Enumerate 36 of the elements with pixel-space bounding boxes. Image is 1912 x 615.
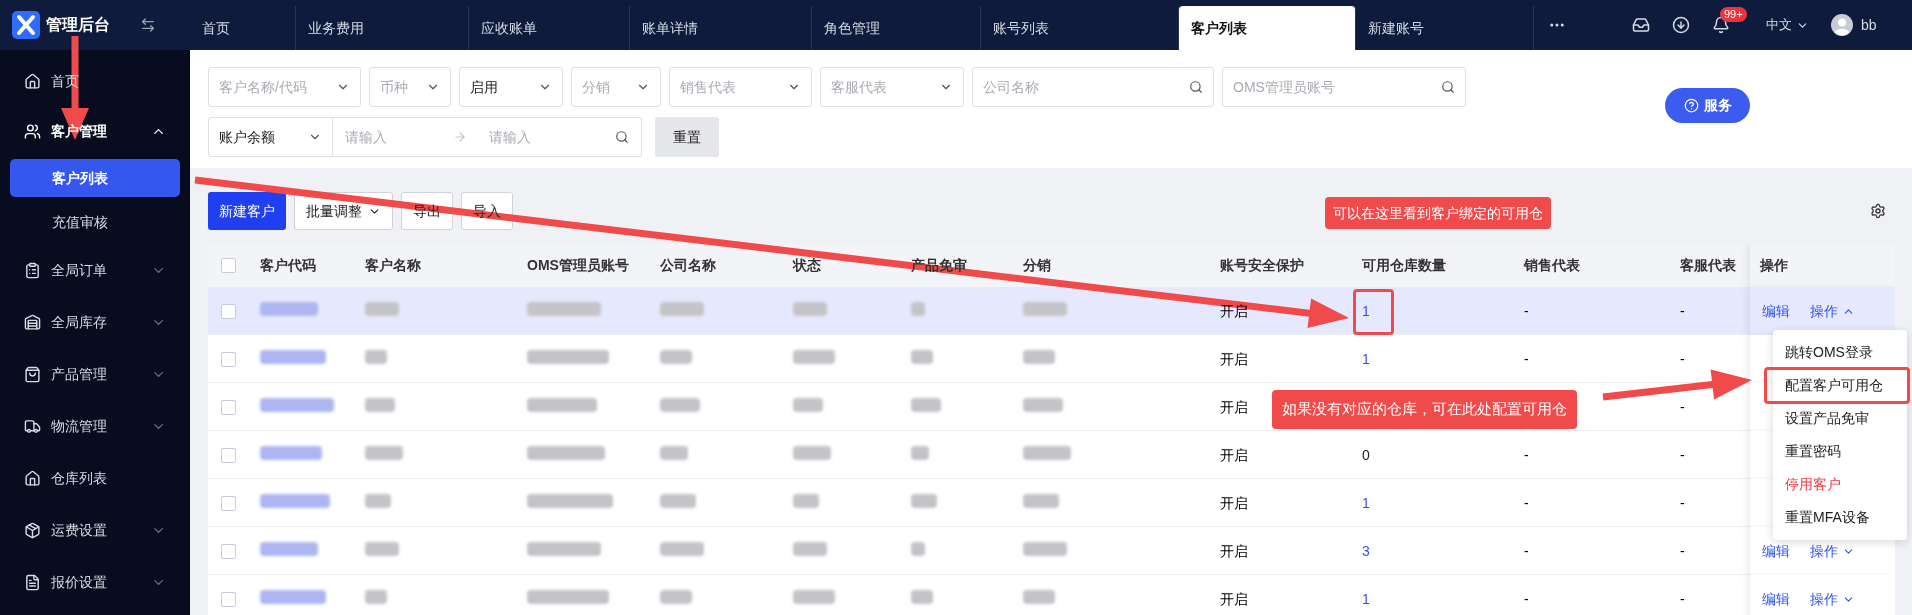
column-header: 状态 — [793, 256, 821, 275]
table-cell: - — [1524, 446, 1529, 463]
notification-badge: 99+ — [1720, 7, 1747, 22]
table-cell: - — [1680, 350, 1685, 367]
table-cell: 开启 — [1220, 446, 1248, 463]
user-name: bb — [1861, 15, 1877, 35]
annotation-callout: 可以在这里看到客户绑定的可用仓 — [1325, 197, 1551, 229]
table-cell: - — [1524, 350, 1529, 367]
column-header: 分销 — [1023, 256, 1051, 275]
table-cell: 开启 — [1220, 494, 1248, 511]
table-cell: - — [1524, 590, 1529, 607]
table-cell: - — [1524, 542, 1529, 559]
column-header: 销售代表 — [1524, 256, 1580, 275]
table-cell: - — [1680, 398, 1685, 415]
table-cell: - — [1524, 302, 1529, 319]
column-header: 客户名称 — [365, 256, 421, 275]
table-cell: - — [1680, 542, 1685, 559]
table-cell: - — [1680, 446, 1685, 463]
column-header: 客服代表 — [1680, 256, 1736, 275]
table-cell: - — [1680, 590, 1685, 607]
table-cell: - — [1524, 494, 1529, 511]
app-title: 管理后台 — [46, 15, 110, 35]
table-cell: 0 — [1362, 446, 1370, 463]
table-cell: 开启 — [1220, 590, 1248, 607]
annotation-callout: 如果没有对应的仓库，可在此处配置可用仓 — [1272, 390, 1577, 429]
table-cell: 开启 — [1220, 350, 1248, 367]
table-cell: 开启 — [1220, 398, 1248, 415]
column-header: 可用仓库数量 — [1362, 256, 1446, 275]
table-cell: - — [1680, 302, 1685, 319]
table-cell: - — [1680, 494, 1685, 511]
column-header: 公司名称 — [660, 256, 716, 275]
column-header: 客户代码 — [260, 256, 316, 275]
column-header: 账号安全保护 — [1220, 256, 1304, 275]
table-cell: 开启 — [1220, 542, 1248, 559]
column-header: OMS管理员账号 — [527, 256, 629, 275]
column-header: 操作 — [1760, 256, 1788, 275]
